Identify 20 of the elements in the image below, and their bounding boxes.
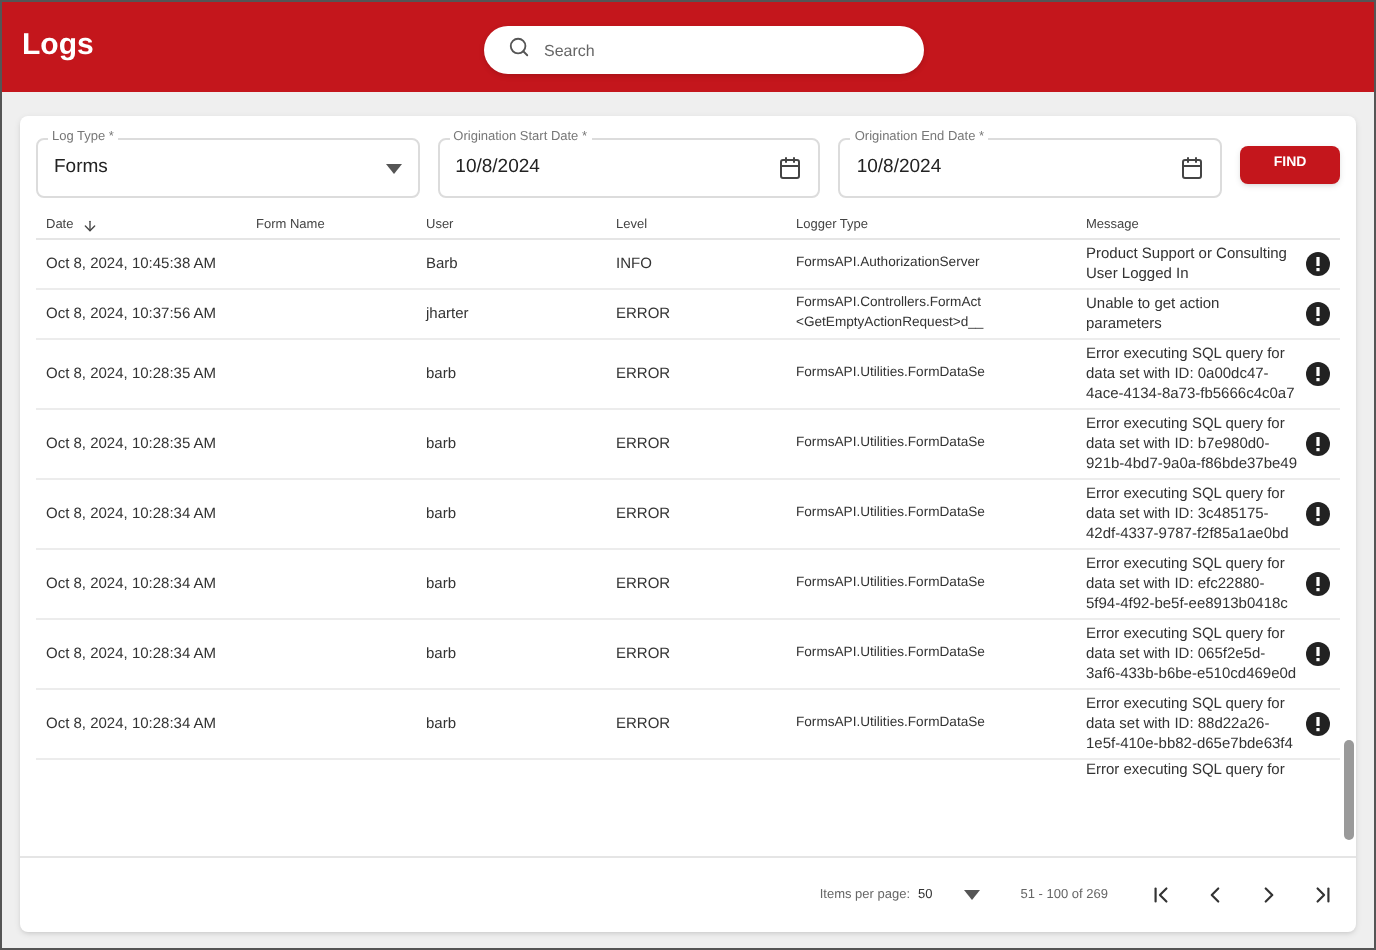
calendar-icon[interactable]: [1180, 156, 1205, 180]
search-field[interactable]: Search: [484, 26, 924, 74]
alert-icon[interactable]: [1306, 502, 1330, 526]
alert-icon[interactable]: [1306, 642, 1330, 666]
last-page-icon[interactable]: [1310, 882, 1336, 908]
dropdown-caret-icon: [964, 890, 981, 900]
search-icon: [508, 36, 530, 58]
alert-icon[interactable]: [1306, 302, 1330, 326]
calendar-icon[interactable]: [778, 156, 803, 180]
alert-icon[interactable]: [1306, 362, 1330, 386]
field-value: 10/8/2024: [856, 153, 944, 182]
field-value: Forms: [54, 153, 110, 182]
alert-icon[interactable]: [1306, 432, 1330, 456]
alert-icon[interactable]: [1306, 572, 1330, 596]
sort-arrow-icon[interactable]: [81, 217, 98, 233]
page-title: Logs: [22, 26, 96, 67]
dropdown-caret-icon: [385, 163, 402, 173]
field-value: 10/8/2024: [455, 153, 542, 182]
alert-icon[interactable]: [1306, 712, 1330, 736]
alert-icon[interactable]: [1306, 252, 1330, 276]
